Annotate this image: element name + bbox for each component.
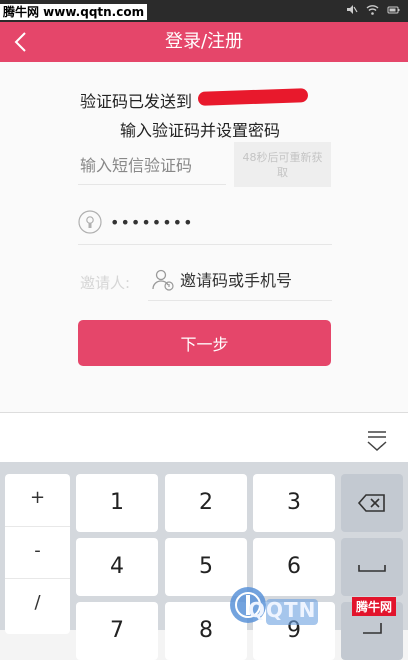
battery-icon bbox=[387, 6, 400, 14]
space-key[interactable] bbox=[341, 538, 403, 596]
hide-keyboard-icon[interactable] bbox=[366, 429, 388, 453]
backspace-icon bbox=[357, 494, 385, 512]
lock-icon bbox=[78, 210, 102, 234]
silent-icon bbox=[347, 5, 358, 14]
instruction-text: 输入验证码并设置密码 bbox=[120, 121, 281, 140]
inviter-row bbox=[148, 260, 332, 301]
inviter-input[interactable] bbox=[180, 266, 330, 294]
key-3[interactable]: 3 bbox=[253, 474, 335, 532]
form-panel: 验证码已发送到 输入验证码并设置密码 48秒后可重新获取 邀请人: 下一步 bbox=[0, 62, 408, 412]
keyboard-top-bar bbox=[0, 412, 408, 463]
watermark-top: 腾牛网 www.qqtn.com bbox=[0, 4, 148, 20]
backspace-key[interactable] bbox=[341, 474, 403, 532]
enter-icon bbox=[363, 623, 382, 634]
sms-code-input[interactable] bbox=[78, 146, 226, 185]
next-step-button[interactable]: 下一步 bbox=[78, 320, 331, 366]
space-icon bbox=[358, 565, 386, 572]
resend-code-button[interactable]: 48秒后可重新获取 bbox=[234, 142, 331, 187]
password-row bbox=[78, 200, 332, 245]
numeric-keyboard: + - / 1 2 3 4 5 6 7 8 9 bbox=[0, 462, 408, 660]
page-title: 登录/注册 bbox=[164, 31, 244, 52]
key-slash[interactable]: / bbox=[5, 578, 70, 627]
symbol-column: + - / bbox=[5, 474, 70, 634]
key-1[interactable]: 1 bbox=[76, 474, 158, 532]
key-7[interactable]: 7 bbox=[76, 602, 158, 660]
key-plus[interactable]: + bbox=[5, 474, 70, 522]
inviter-label: 邀请人: bbox=[80, 274, 131, 292]
watermark-corner: 腾牛网 bbox=[352, 597, 397, 616]
person-icon bbox=[152, 269, 174, 291]
key-minus[interactable]: - bbox=[5, 526, 70, 575]
code-sent-text: 验证码已发送到 bbox=[80, 92, 193, 111]
redacted-phone-number bbox=[197, 88, 309, 106]
title-bar: 登录/注册 bbox=[0, 22, 408, 62]
key-4[interactable]: 4 bbox=[76, 538, 158, 596]
key-2[interactable]: 2 bbox=[165, 474, 247, 532]
wifi-icon bbox=[366, 5, 379, 15]
password-input[interactable] bbox=[110, 208, 320, 236]
status-icons bbox=[345, 3, 400, 16]
watermark-badge-text: QQTN bbox=[248, 598, 317, 622]
